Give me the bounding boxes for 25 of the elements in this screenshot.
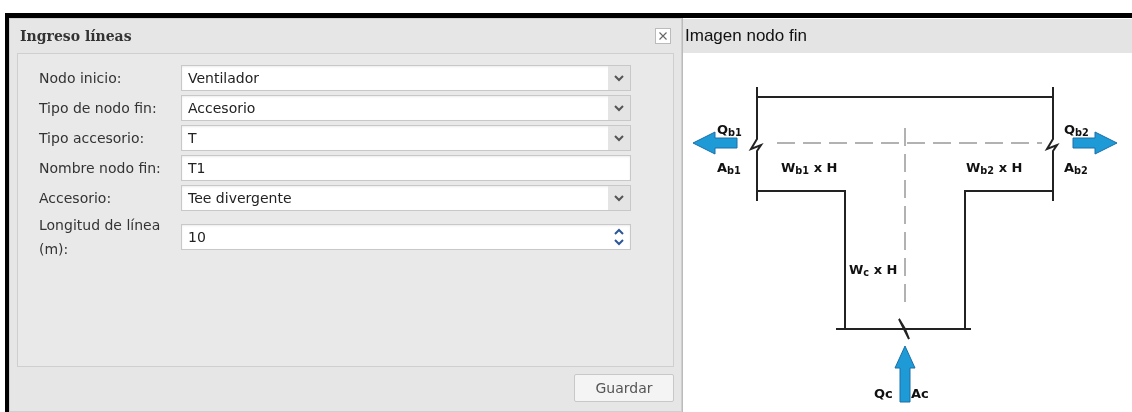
- close-icon[interactable]: [655, 28, 671, 44]
- dropdown-field[interactable]: Tee divergente: [181, 185, 631, 211]
- diagram-label: Q$_{b1}$: [717, 123, 742, 136]
- field-label: Nodo inicio:: [39, 69, 123, 88]
- dialog-title: Ingreso líneas: [20, 26, 132, 46]
- diagram-label: A$_{b1}$: [717, 161, 741, 174]
- save-button[interactable]: Guardar: [574, 374, 674, 402]
- number-field[interactable]: 10: [181, 224, 631, 250]
- diagram-label: W$_{b2}$ x H: [966, 161, 1023, 174]
- diagram-label: W$_{c}$ x H: [849, 263, 898, 276]
- field-label: Tipo de nodo fin:: [39, 99, 158, 118]
- diagram-label: W$_{b1}$ x H: [781, 161, 838, 174]
- field-label: Nombre nodo fin:: [39, 159, 162, 178]
- diagram-label: A$_{b2}$: [1064, 161, 1088, 174]
- diagram-label: Q$_{b2}$: [1064, 123, 1089, 136]
- diagram-label: Qc: [874, 387, 893, 400]
- dropdown-field[interactable]: T: [181, 125, 631, 151]
- diagram-label: Ac: [911, 387, 929, 400]
- text-field[interactable]: T1: [181, 155, 631, 181]
- field-label: Longitud de línea (m):: [39, 216, 162, 259]
- dropdown-field[interactable]: Accesorio: [181, 95, 631, 121]
- dropdown-field[interactable]: Ventilador: [181, 65, 631, 91]
- panel-title: Imagen nodo fin: [685, 25, 807, 48]
- field-label: Accesorio:: [39, 189, 113, 208]
- field-label: Tipo accesorio:: [39, 129, 146, 148]
